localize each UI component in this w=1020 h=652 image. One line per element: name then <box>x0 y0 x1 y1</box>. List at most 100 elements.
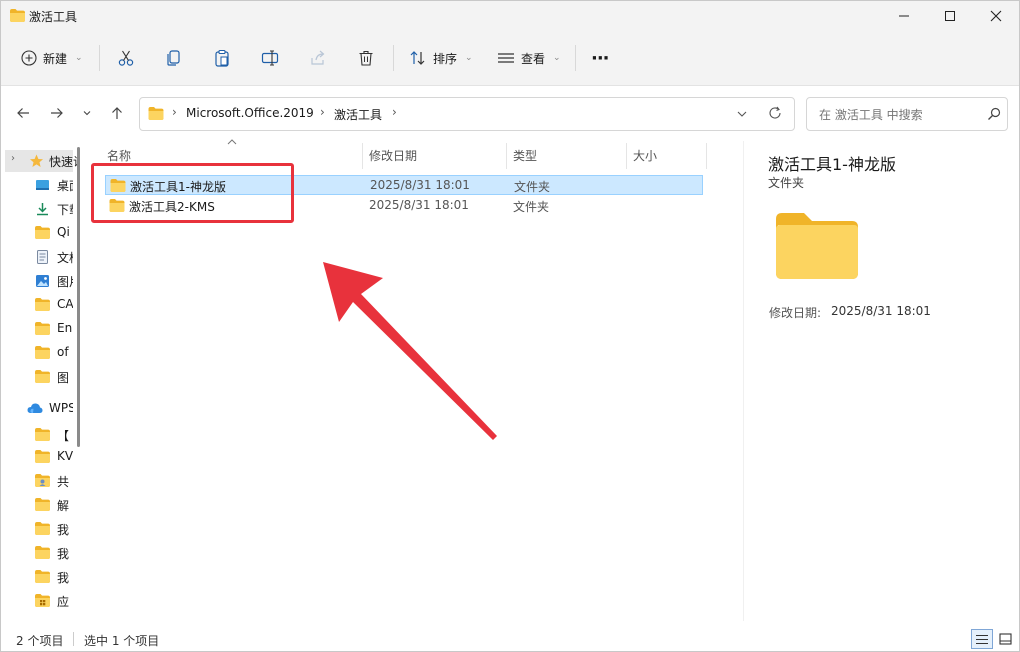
details-view-button[interactable] <box>971 629 993 649</box>
nav-item-label: KV <box>57 449 73 463</box>
app-folder-icon <box>35 594 50 608</box>
folder-icon <box>35 498 50 512</box>
address-bar[interactable]: › Microsoft.Office.2019 › 激活工具 › <box>139 97 795 131</box>
folder-icon <box>35 370 50 384</box>
column-header-modified[interactable]: 修改日期 <box>369 141 499 169</box>
column-header-size[interactable]: 大小 <box>633 141 703 169</box>
back-button[interactable] <box>11 101 35 125</box>
chevron-down-icon[interactable] <box>736 109 748 119</box>
folder-icon <box>35 322 50 336</box>
column-header-type[interactable]: 类型 <box>513 141 623 169</box>
item-count: 2 个项目 <box>16 634 64 648</box>
list-view-icon <box>976 634 988 645</box>
download-icon <box>35 202 50 216</box>
search-box[interactable] <box>806 97 1008 131</box>
nav-item[interactable]: 桌面 <box>1 174 73 196</box>
nav-item[interactable]: WPS <box>1 398 73 420</box>
folder-icon <box>35 298 50 312</box>
nav-item[interactable]: CA <box>1 294 73 316</box>
file-type: 文件夹 <box>513 200 550 214</box>
maximize-button[interactable] <box>927 1 973 31</box>
nav-item-label: 【 <box>57 429 70 443</box>
explorer-window: 激活工具 新建 ⌄ 排序 ⌄ 查看 ⌄ ··· › Microsoft.Offi… <box>0 0 1020 652</box>
chevron-down-icon: ⌄ <box>553 53 561 63</box>
breadcrumb-item[interactable]: 激活工具 <box>334 106 382 123</box>
nav-item-label: 应 <box>57 595 70 609</box>
folder-icon <box>35 522 50 536</box>
chevron-down-icon <box>83 111 91 116</box>
folder-icon <box>35 570 50 584</box>
breadcrumb-item[interactable]: Microsoft.Office.2019 <box>186 106 314 120</box>
nav-item-label: 桌面 <box>57 179 73 193</box>
paste-button[interactable] <box>213 43 231 73</box>
nav-item[interactable]: 我 <box>1 566 73 588</box>
up-button[interactable] <box>105 101 129 125</box>
nav-item-label: of <box>57 345 69 359</box>
column-divider[interactable] <box>626 143 627 169</box>
column-divider[interactable] <box>706 143 707 169</box>
desktop-icon <box>35 178 50 192</box>
nav-item-label: 下载 <box>57 203 73 217</box>
navigation-scrollbar[interactable] <box>77 147 80 447</box>
nav-item[interactable]: 共 <box>1 470 73 492</box>
breadcrumb-separator-icon: › <box>392 105 397 119</box>
column-label: 大小 <box>633 148 658 163</box>
command-bar: 新建 ⌄ 排序 ⌄ 查看 ⌄ ··· <box>1 31 1019 86</box>
folder-large-icon <box>776 213 858 279</box>
column-divider[interactable] <box>506 143 507 169</box>
forward-button[interactable] <box>45 101 69 125</box>
nav-item[interactable]: 文档 <box>1 246 73 268</box>
scissors-icon <box>118 50 134 66</box>
view-label: 查看 <box>521 51 546 66</box>
nav-item-label: 我 <box>57 571 70 585</box>
minimize-button[interactable] <box>881 1 927 31</box>
nav-item[interactable]: 解 <box>1 494 73 516</box>
copy-button[interactable] <box>165 43 183 73</box>
new-button[interactable]: 新建 ⌄ <box>21 43 83 73</box>
window-title: 激活工具 <box>29 10 78 24</box>
nav-item[interactable]: of <box>1 342 73 364</box>
copy-icon <box>167 50 180 66</box>
sort-button[interactable]: 排序 ⌄ <box>409 43 473 73</box>
nav-item[interactable]: 下载 <box>1 198 73 220</box>
nav-item[interactable]: 我 <box>1 542 73 564</box>
nav-item[interactable]: 图片 <box>1 270 73 292</box>
nav-item[interactable]: 应 <box>1 590 73 612</box>
breadcrumb-separator-icon: › <box>320 105 325 119</box>
folder-icon <box>35 346 50 360</box>
cut-button[interactable] <box>117 43 135 73</box>
details-divider <box>743 141 744 621</box>
annotation-highlight-box <box>91 163 294 223</box>
rename-button[interactable] <box>261 43 279 73</box>
rename-icon <box>261 50 279 66</box>
nav-item[interactable]: 图 <box>1 366 73 388</box>
file-modified: 2025/8/31 18:01 <box>369 198 469 212</box>
nav-item[interactable]: Qi <box>1 222 73 244</box>
nav-item-label: 解 <box>57 499 70 513</box>
file-type: 文件夹 <box>514 180 551 194</box>
search-input[interactable] <box>817 104 981 126</box>
folder-icon <box>35 428 50 442</box>
refresh-icon[interactable] <box>768 106 782 120</box>
title-bar: 激活工具 <box>1 1 1019 31</box>
close-button[interactable] <box>973 1 1019 31</box>
arrow-left-icon <box>17 108 29 118</box>
arrow-right-icon <box>51 108 63 118</box>
nav-item[interactable]: KV <box>1 446 73 468</box>
preview-view-button[interactable] <box>997 629 1015 649</box>
delete-button[interactable] <box>357 43 375 73</box>
share-button[interactable] <box>309 43 327 73</box>
navigation-pane: 快速访问桌面下载Qi文档图片CAEnof图WPS【KV共解我我我应› <box>1 141 81 621</box>
folder-icon <box>35 546 50 560</box>
view-button[interactable]: 查看 ⌄ <box>497 43 561 73</box>
toolbar-divider <box>99 45 100 71</box>
column-divider[interactable] <box>362 143 363 169</box>
more-button[interactable]: ··· <box>591 43 609 73</box>
column-label: 名称 <box>107 148 132 163</box>
nav-item[interactable]: 我 <box>1 518 73 540</box>
nav-item[interactable]: En <box>1 318 73 340</box>
nav-item[interactable]: 【 <box>1 424 73 446</box>
nav-item[interactable]: 快速访问 <box>5 150 77 172</box>
expand-chevron-icon[interactable]: › <box>11 153 15 164</box>
recent-locations-button[interactable] <box>77 101 97 125</box>
